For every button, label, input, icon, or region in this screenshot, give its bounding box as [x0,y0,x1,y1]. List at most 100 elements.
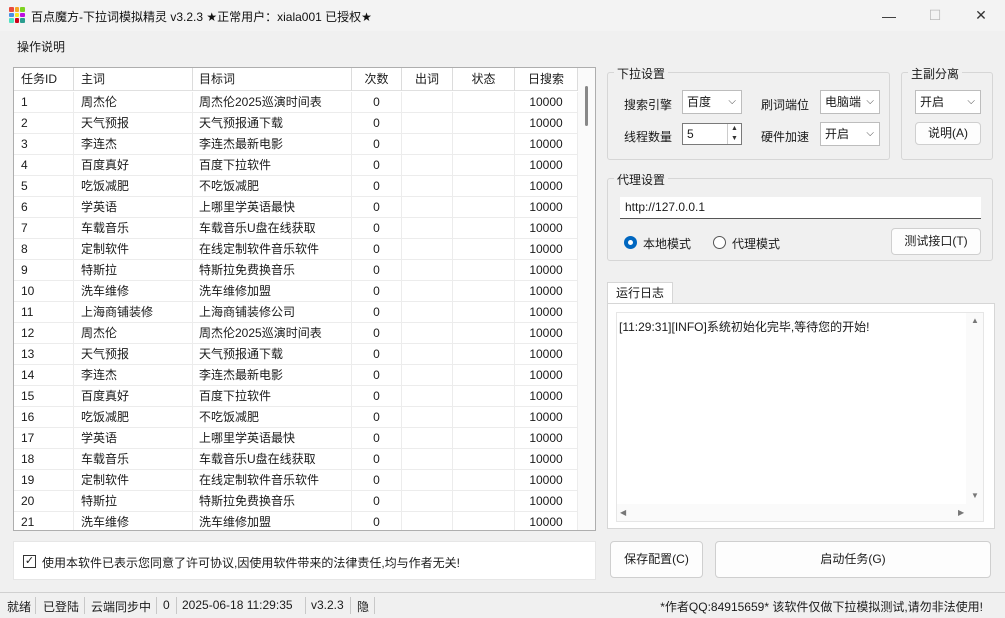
search-engine-select[interactable]: 百度 ⌵ [682,90,742,114]
stepper-up-icon[interactable]: ▲ [728,124,741,134]
search-engine-label: 搜索引擎 [624,98,673,112]
cell-status [453,512,515,530]
table-row[interactable]: 13 天气预报 天气预报通下载 0 10000 [14,344,578,365]
proxy-mode-radio[interactable] [713,236,726,249]
table-row[interactable]: 12 周杰伦 周杰伦2025巡演时间表 0 10000 [14,323,578,344]
table-row[interactable]: 20 特斯拉 特斯拉免费换音乐 0 10000 [14,491,578,512]
status-divider [176,597,177,614]
log-textarea[interactable]: [11:29:31][INFO]系统初始化完毕,等待您的开始! ▲ ▼ ◀ ▶ [616,312,984,522]
proxy-mode-label[interactable]: 代理模式 [732,235,780,252]
column-header-id[interactable]: 任务ID [14,68,74,91]
threads-label: 线程数量 [624,130,673,144]
log-vertical-scrollbar[interactable]: ▲ ▼ [966,313,983,521]
table-row[interactable]: 7 车载音乐 车载音乐U盘在线获取 0 10000 [14,218,578,239]
save-config-button[interactable]: 保存配置(C) [610,541,703,578]
column-header-daily-search[interactable]: 日搜索 [515,68,578,91]
cell-appear [402,365,453,386]
cell-main-word: 天气预报 [74,113,193,134]
threads-stepper[interactable]: 5 ▲ ▼ [682,123,742,145]
table-row[interactable]: 10 洗车维修 洗车维修加盟 0 10000 [14,281,578,302]
scroll-left-icon[interactable]: ◀ [620,508,626,517]
cell-main-word: 定制软件 [74,239,193,260]
test-interface-button[interactable]: 测试接口(T) [891,228,981,255]
table-row[interactable]: 5 吃饭减肥 不吃饭减肥 0 10000 [14,176,578,197]
cell-target-word: 李连杰最新电影 [193,134,352,155]
cell-appear [402,155,453,176]
proxy-address-input[interactable]: http://127.0.0.1 [620,197,981,219]
proxy-settings-group: 代理设置 http://127.0.0.1 本地模式 代理模式 测试接口(T) [607,171,993,261]
main-sub-select[interactable]: 开启 ⌵ [915,90,981,114]
local-mode-label[interactable]: 本地模式 [643,235,691,252]
table-row[interactable]: 15 百度真好 百度下拉软件 0 10000 [14,386,578,407]
table-row[interactable]: 16 吃饭减肥 不吃饭减肥 0 10000 [14,407,578,428]
hw-accel-select[interactable]: 开启 ⌵ [820,122,880,146]
start-task-button[interactable]: 启动任务(G) [715,541,991,578]
table-row[interactable]: 19 定制软件 在线定制软件音乐软件 0 10000 [14,470,578,491]
scroll-up-icon[interactable]: ▲ [971,316,979,325]
cell-status [453,239,515,260]
cell-appear [402,197,453,218]
close-icon[interactable]: ✕ [958,0,1004,31]
cell-count: 0 [352,260,402,281]
column-header-count[interactable]: 次数 [352,68,402,91]
table-row[interactable]: 14 李连杰 李连杰最新电影 0 10000 [14,365,578,386]
minimize-icon[interactable]: — [866,0,912,31]
main-sub-value: 开启 [920,95,945,109]
cell-target-word: 不吃饭减肥 [193,407,352,428]
cell-main-word: 学英语 [74,428,193,449]
cell-daily-search: 10000 [515,449,578,470]
cell-id: 9 [14,260,74,281]
table-row[interactable]: 8 定制软件 在线定制软件音乐软件 0 10000 [14,239,578,260]
cell-status [453,491,515,512]
table-row[interactable]: 1 周杰伦 周杰伦2025巡演时间表 0 10000 [14,92,578,113]
cell-main-word: 车载音乐 [74,218,193,239]
help-button[interactable]: 说明(A) [915,122,981,145]
status-count: 0 [163,598,170,612]
table-row[interactable]: 2 天气预报 天气预报通下载 0 10000 [14,113,578,134]
cell-count: 0 [352,365,402,386]
cell-daily-search: 10000 [515,491,578,512]
table-row[interactable]: 21 洗车维修 洗车维修加盟 0 10000 [14,512,578,530]
cell-daily-search: 10000 [515,92,578,113]
cell-id: 11 [14,302,74,323]
cell-daily-search: 10000 [515,260,578,281]
table-row[interactable]: 4 百度真好 百度下拉软件 0 10000 [14,155,578,176]
scrollbar-thumb[interactable] [585,86,588,126]
cell-target-word: 上哪里学英语最快 [193,428,352,449]
table-row[interactable]: 3 李连杰 李连杰最新电影 0 10000 [14,134,578,155]
local-mode-radio[interactable] [624,236,637,249]
chevron-down-icon: ⌵ [967,96,975,107]
menu-item-help[interactable]: 操作说明 [17,38,65,55]
tab-run-log[interactable]: 运行日志 [607,282,673,304]
table-scrollbar[interactable] [578,68,595,530]
maximize-icon[interactable]: ☐ [912,0,958,31]
status-divider [84,597,85,614]
status-hidden[interactable]: 隐 [357,598,369,615]
table-row[interactable]: 18 车载音乐 车载音乐U盘在线获取 0 10000 [14,449,578,470]
scroll-down-icon[interactable]: ▼ [971,491,979,500]
cell-appear [402,218,453,239]
table-row[interactable]: 9 特斯拉 特斯拉免费换音乐 0 10000 [14,260,578,281]
status-bar: 就绪 已登陆 云端同步中 0 2025-06-18 11:29:35 v3.2.… [0,592,1005,618]
scroll-right-icon[interactable]: ▶ [958,508,964,517]
stepper-down-icon[interactable]: ▼ [728,134,741,144]
column-header-main-word[interactable]: 主词 [74,68,193,91]
column-header-target-word[interactable]: 目标词 [193,68,352,91]
cell-appear [402,113,453,134]
column-header-status[interactable]: 状态 [453,68,515,91]
cell-target-word: 车载音乐U盘在线获取 [193,449,352,470]
log-horizontal-scrollbar[interactable]: ◀ ▶ [617,504,968,521]
column-header-appear[interactable]: 出词 [402,68,453,91]
cell-target-word: 上哪里学英语最快 [193,197,352,218]
refresh-port-select[interactable]: 电脑端 ⌵ [820,90,880,114]
table-row[interactable]: 11 上海商铺装修 上海商铺装修公司 0 10000 [14,302,578,323]
proxy-settings-title: 代理设置 [614,171,669,188]
cell-id: 14 [14,365,74,386]
cell-id: 20 [14,491,74,512]
cell-count: 0 [352,491,402,512]
table-row[interactable]: 6 学英语 上哪里学英语最快 0 10000 [14,197,578,218]
table-row[interactable]: 17 学英语 上哪里学英语最快 0 10000 [14,428,578,449]
cell-target-word: 天气预报通下载 [193,344,352,365]
cell-main-word: 定制软件 [74,470,193,491]
agreement-checkbox[interactable]: ✓ [23,555,36,568]
